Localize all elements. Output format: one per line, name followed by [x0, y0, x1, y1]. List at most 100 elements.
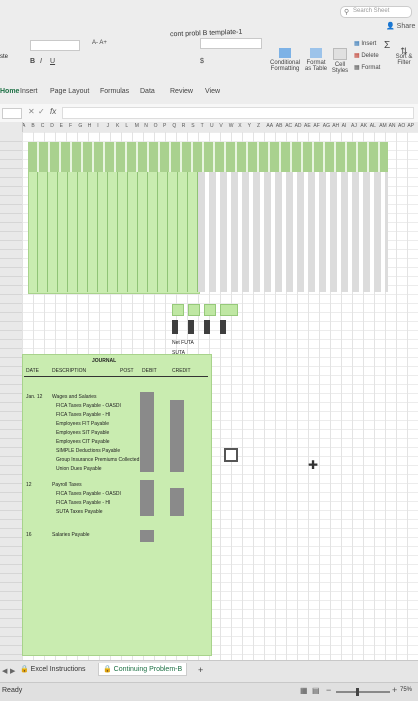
column-header[interactable]: Y	[248, 123, 251, 129]
tab-formulas[interactable]: Formulas	[100, 88, 129, 95]
sheet-tab-continuing-problem-b[interactable]: 🔒 Continuing Problem-B	[98, 663, 188, 676]
column-header[interactable]: S	[191, 123, 194, 129]
column-header[interactable]: H	[88, 123, 92, 129]
column-header[interactable]: AE	[304, 123, 311, 129]
column-header[interactable]: L	[125, 123, 128, 129]
column-header[interactable]: P	[163, 123, 166, 129]
add-sheet-button[interactable]: +	[198, 665, 203, 675]
column-header[interactable]: AG	[323, 123, 330, 129]
confirm-icon[interactable]: ✓	[38, 107, 45, 116]
column-header[interactable]: V	[219, 123, 222, 129]
tab-home[interactable]: Home	[0, 88, 19, 95]
column-header[interactable]: AB	[276, 123, 283, 129]
column-header[interactable]: K	[116, 123, 119, 129]
conditional-formatting-label: Conditional Formatting	[270, 60, 301, 72]
format-button[interactable]: ▦ Format	[354, 64, 380, 71]
column-header[interactable]: AD	[295, 123, 302, 129]
zoom-out-icon[interactable]: −	[326, 685, 331, 695]
column-header[interactable]: O	[154, 123, 158, 129]
column-header[interactable]: AP	[407, 123, 414, 129]
column-header[interactable]: AH	[332, 123, 339, 129]
column-header[interactable]: W	[229, 123, 234, 129]
tab-view[interactable]: View	[205, 88, 220, 95]
fx-label[interactable]: fx	[50, 107, 56, 116]
column-header[interactable]: M	[135, 123, 139, 129]
column-header[interactable]: AF	[313, 123, 319, 129]
row-header[interactable]	[0, 645, 22, 655]
column-header[interactable]: X	[238, 123, 241, 129]
tab-review[interactable]: Review	[170, 88, 193, 95]
currency-button[interactable]: $	[200, 58, 204, 65]
sort-filter-label: Sort & Filter	[395, 54, 413, 66]
page-layout-view-icon[interactable]: ▤	[312, 686, 320, 695]
font-size-buttons[interactable]: A- A+	[92, 40, 107, 46]
column-header[interactable]: AC	[285, 123, 292, 129]
column-header[interactable]: C	[41, 123, 45, 129]
number-format-box[interactable]	[200, 38, 262, 49]
column-header[interactable]: AK	[360, 123, 367, 129]
column-header[interactable]: B	[31, 123, 34, 129]
cursor-icon: ✚	[308, 458, 319, 472]
underline-button[interactable]: U	[50, 58, 55, 65]
name-box[interactable]	[2, 108, 22, 119]
credit-input-cells[interactable]	[170, 488, 184, 516]
worksheet-grid[interactable]: Net FUTA SUTA JOURNAL DATE DESCRIPTION P…	[22, 132, 418, 660]
futa-cell[interactable]	[220, 304, 238, 316]
formula-input[interactable]	[62, 107, 414, 119]
futa-cell[interactable]	[172, 304, 184, 316]
column-header[interactable]: U	[210, 123, 214, 129]
insert-button[interactable]: ▦ Insert	[354, 40, 376, 47]
prev-sheet-icon[interactable]: ◀	[2, 667, 7, 675]
debit-input-cells[interactable]	[140, 392, 154, 472]
zoom-slider-handle[interactable]	[356, 688, 359, 696]
sheet-tab-excel-instructions[interactable]: 🔒 Excel Instructions	[20, 665, 86, 673]
column-header[interactable]: N	[144, 123, 148, 129]
selected-cell[interactable]	[224, 448, 238, 462]
column-header[interactable]: AI	[342, 123, 347, 129]
column-header[interactable]: AL	[370, 123, 376, 129]
sort-filter-button[interactable]: ⇅ Sort & Filter	[394, 47, 414, 67]
paste-area[interactable]: ste	[0, 44, 16, 74]
delete-button[interactable]: ▦ Delete	[354, 52, 379, 59]
italic-button[interactable]: I	[40, 58, 42, 65]
next-sheet-icon[interactable]: ▶	[10, 667, 15, 675]
journal-header-line	[24, 376, 208, 377]
column-header[interactable]: G	[78, 123, 82, 129]
column-header[interactable]: AJ	[351, 123, 357, 129]
bold-button[interactable]: B	[30, 58, 35, 65]
column-header[interactable]: AA	[266, 123, 273, 129]
column-header[interactable]: I	[97, 123, 98, 129]
zoom-in-icon[interactable]: +	[392, 685, 397, 695]
normal-view-icon[interactable]: ▦	[300, 686, 308, 695]
cell-styles-button[interactable]: Cell Styles	[330, 48, 350, 74]
column-header[interactable]: T	[201, 123, 204, 129]
column-header[interactable]: R	[182, 123, 186, 129]
autosum-button[interactable]: Σ	[384, 40, 390, 51]
insert-icon: ▦	[354, 41, 360, 47]
format-as-table-button[interactable]: Format as Table	[304, 48, 328, 72]
column-header[interactable]: F	[69, 123, 72, 129]
tab-insert[interactable]: Insert	[20, 88, 38, 95]
column-header[interactable]: AM	[379, 123, 387, 129]
credit-input-cells[interactable]	[170, 400, 184, 472]
column-header[interactable]: AO	[398, 123, 405, 129]
column-header[interactable]: AN	[389, 123, 396, 129]
column-header[interactable]: Q	[172, 123, 176, 129]
column-header[interactable]: E	[60, 123, 63, 129]
cancel-icon[interactable]: ✕	[28, 107, 35, 116]
share-button[interactable]: 👤 Share	[386, 22, 415, 30]
column-header[interactable]: D	[50, 123, 54, 129]
futa-cell[interactable]	[188, 304, 200, 316]
debit-input-cells[interactable]	[140, 480, 154, 516]
tab-data[interactable]: Data	[140, 88, 155, 95]
search-input[interactable]: ⚲ Search Sheet	[340, 6, 412, 18]
zoom-slider[interactable]	[336, 688, 390, 696]
futa-cell[interactable]	[204, 304, 216, 316]
cell-styles-label: Cell Styles	[331, 62, 349, 74]
column-header[interactable]: J	[107, 123, 110, 129]
conditional-formatting-button[interactable]: Conditional Formatting	[270, 48, 300, 72]
column-header[interactable]: Z	[257, 123, 260, 129]
tab-page-layout[interactable]: Page Layout	[50, 88, 89, 95]
font-name-box[interactable]	[30, 40, 80, 51]
debit-input-cells[interactable]	[140, 530, 154, 542]
